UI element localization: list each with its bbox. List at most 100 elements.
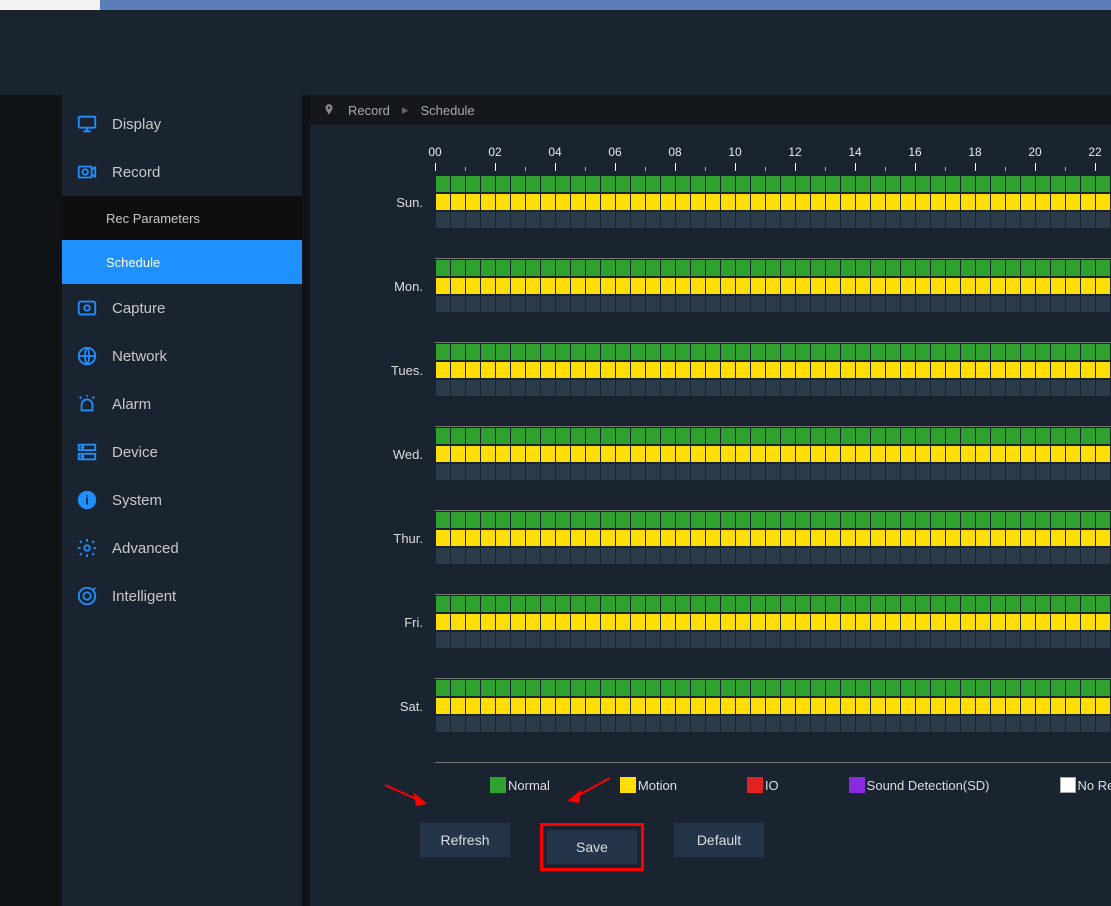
schedule-cell[interactable] [765, 595, 780, 613]
schedule-cell[interactable] [660, 547, 675, 565]
schedule-cell[interactable] [1080, 463, 1095, 481]
schedule-cell[interactable] [660, 259, 675, 277]
schedule-cell[interactable] [630, 361, 645, 379]
schedule-cell[interactable] [975, 379, 990, 397]
schedule-cell[interactable] [915, 361, 930, 379]
schedule-cell[interactable] [735, 463, 750, 481]
schedule-cell[interactable] [495, 463, 510, 481]
schedule-cell[interactable] [810, 277, 825, 295]
schedule-cell[interactable] [660, 511, 675, 529]
schedule-cell[interactable] [510, 379, 525, 397]
schedule-cell[interactable] [765, 259, 780, 277]
schedule-cell[interactable] [915, 529, 930, 547]
schedule-cell[interactable] [780, 277, 795, 295]
schedule-cell[interactable] [960, 295, 975, 313]
schedule-cell[interactable] [795, 295, 810, 313]
schedule-cell[interactable] [615, 427, 630, 445]
schedule-cell[interactable] [885, 193, 900, 211]
schedule-cell[interactable] [660, 295, 675, 313]
schedule-cell[interactable] [1020, 445, 1035, 463]
schedule-cell[interactable] [690, 259, 705, 277]
schedule-cell[interactable] [870, 427, 885, 445]
sidebar-item-device[interactable]: Device [62, 428, 302, 476]
schedule-cell[interactable] [480, 277, 495, 295]
schedule-cell[interactable] [600, 361, 615, 379]
schedule-cell[interactable] [870, 613, 885, 631]
schedule-cell[interactable] [885, 175, 900, 193]
schedule-cell[interactable] [735, 211, 750, 229]
schedule-cell[interactable] [705, 613, 720, 631]
schedule-cell[interactable] [915, 211, 930, 229]
schedule-cell[interactable] [1095, 343, 1110, 361]
schedule-cell[interactable] [525, 547, 540, 565]
schedule-cell[interactable] [585, 193, 600, 211]
schedule-cell[interactable] [930, 193, 945, 211]
schedule-cell[interactable] [945, 175, 960, 193]
schedule-cell[interactable] [855, 193, 870, 211]
schedule-cell[interactable] [810, 613, 825, 631]
schedule-cell[interactable] [930, 463, 945, 481]
schedule-cell[interactable] [825, 295, 840, 313]
schedule-cell[interactable] [960, 595, 975, 613]
schedule-cell[interactable] [930, 295, 945, 313]
schedule-cell[interactable] [570, 445, 585, 463]
schedule-cell[interactable] [705, 595, 720, 613]
schedule-cell[interactable] [1005, 295, 1020, 313]
schedule-cell[interactable] [555, 277, 570, 295]
schedule-cell[interactable] [930, 547, 945, 565]
schedule-cell[interactable] [645, 277, 660, 295]
schedule-cell[interactable] [975, 679, 990, 697]
schedule-cell[interactable] [600, 595, 615, 613]
schedule-cell[interactable] [600, 613, 615, 631]
schedule-cell[interactable] [870, 697, 885, 715]
schedule-track[interactable] [435, 445, 1111, 463]
schedule-cell[interactable] [555, 547, 570, 565]
schedule-cell[interactable] [630, 631, 645, 649]
schedule-cell[interactable] [525, 361, 540, 379]
schedule-cell[interactable] [705, 463, 720, 481]
schedule-cell[interactable] [645, 175, 660, 193]
schedule-cell[interactable] [810, 445, 825, 463]
schedule-cell[interactable] [990, 277, 1005, 295]
schedule-cell[interactable] [1050, 631, 1065, 649]
schedule-cell[interactable] [855, 295, 870, 313]
schedule-cell[interactable] [825, 427, 840, 445]
schedule-cell[interactable] [840, 259, 855, 277]
schedule-track[interactable] [435, 511, 1111, 529]
schedule-cell[interactable] [990, 295, 1005, 313]
schedule-track[interactable] [435, 427, 1111, 445]
schedule-cell[interactable] [525, 631, 540, 649]
schedule-cell[interactable] [915, 463, 930, 481]
schedule-cell[interactable] [975, 547, 990, 565]
sidebar-item-system[interactable]: i System [62, 476, 302, 524]
schedule-cell[interactable] [945, 379, 960, 397]
schedule-cell[interactable] [675, 679, 690, 697]
schedule-cell[interactable] [1050, 295, 1065, 313]
schedule-cell[interactable] [690, 613, 705, 631]
schedule-cell[interactable] [540, 175, 555, 193]
schedule-cell[interactable] [630, 529, 645, 547]
schedule-cell[interactable] [825, 193, 840, 211]
schedule-cell[interactable] [900, 613, 915, 631]
schedule-cell[interactable] [690, 679, 705, 697]
schedule-cell[interactable] [1080, 613, 1095, 631]
schedule-cell[interactable] [930, 679, 945, 697]
schedule-cell[interactable] [930, 277, 945, 295]
schedule-cell[interactable] [630, 595, 645, 613]
schedule-cell[interactable] [900, 427, 915, 445]
schedule-cell[interactable] [795, 427, 810, 445]
schedule-cell[interactable] [885, 295, 900, 313]
schedule-cell[interactable] [945, 529, 960, 547]
schedule-cell[interactable] [975, 529, 990, 547]
schedule-cell[interactable] [570, 679, 585, 697]
schedule-cell[interactable] [450, 715, 465, 733]
schedule-cell[interactable] [450, 547, 465, 565]
schedule-cell[interactable] [720, 277, 735, 295]
schedule-cell[interactable] [1080, 343, 1095, 361]
schedule-cell[interactable] [885, 715, 900, 733]
schedule-cell[interactable] [450, 361, 465, 379]
schedule-cell[interactable] [585, 715, 600, 733]
schedule-cell[interactable] [1020, 631, 1035, 649]
schedule-cell[interactable] [825, 613, 840, 631]
schedule-cell[interactable] [1035, 295, 1050, 313]
